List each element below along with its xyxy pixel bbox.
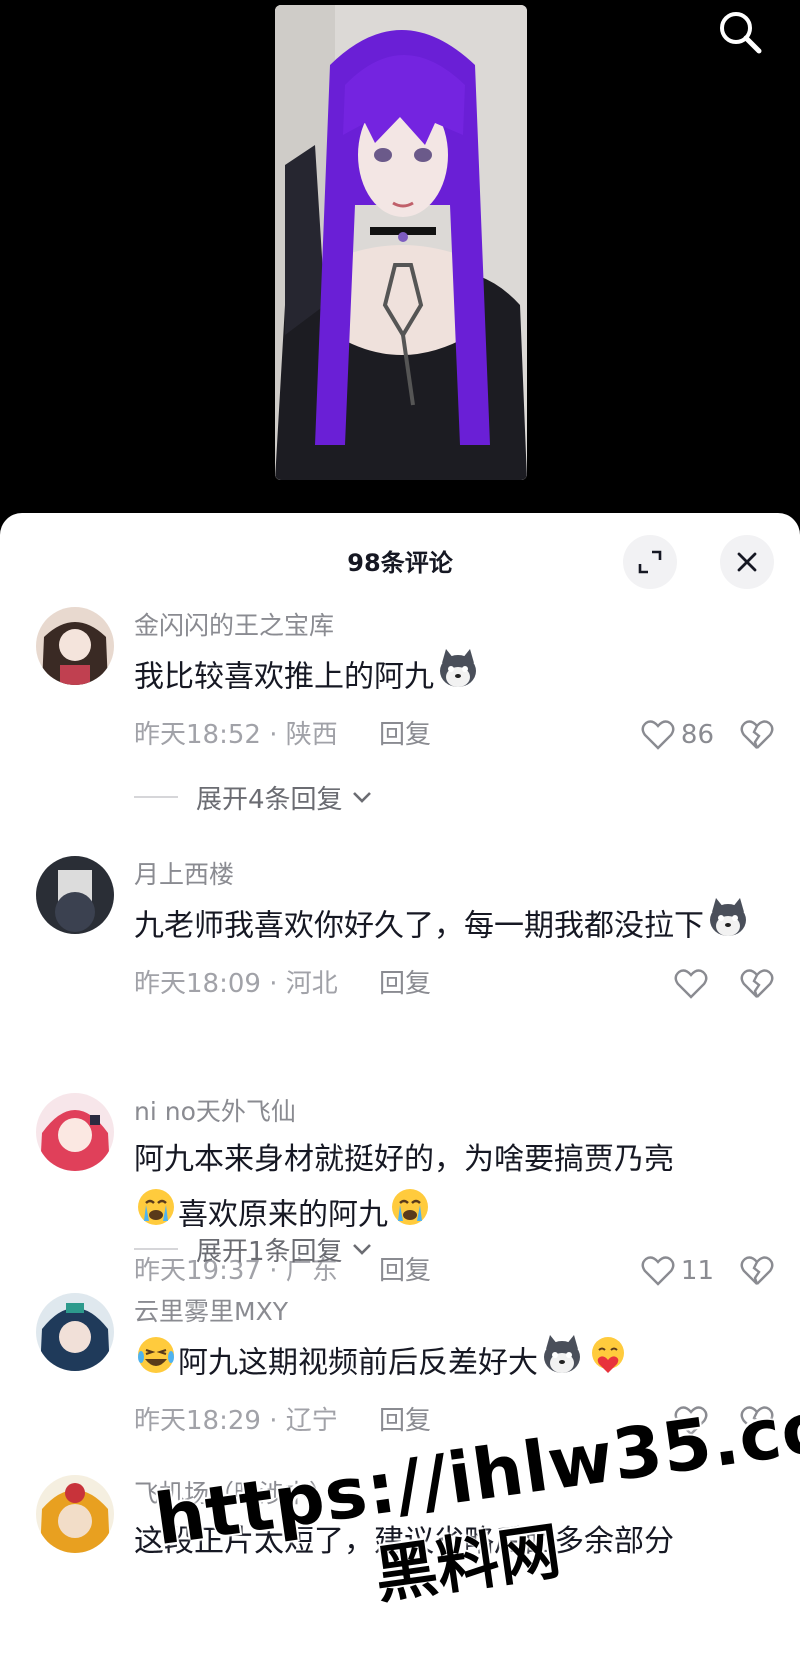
- broken-heart-icon: [740, 1256, 774, 1285]
- comment-text-content: 九老师我喜欢你好久了，每一期我都没拉下: [134, 908, 704, 944]
- reply-button[interactable]: 回复: [379, 1249, 431, 1293]
- heart-outline-icon: [641, 720, 675, 750]
- comment-text: 我比较喜欢推上的阿九: [134, 647, 760, 709]
- expand-replies-button[interactable]: 展开4条回复: [134, 777, 373, 817]
- husky-emoji: [436, 647, 480, 709]
- reply-button[interactable]: 回复: [379, 713, 431, 757]
- heart-outline-icon: [641, 1256, 675, 1286]
- heart-outline-icon: [674, 969, 708, 999]
- dislike-button[interactable]: [718, 1249, 774, 1293]
- like-button[interactable]: [594, 1399, 714, 1443]
- chevron-down-icon: [352, 1244, 371, 1255]
- divider-line: [134, 796, 178, 798]
- avatar[interactable]: [36, 607, 114, 685]
- like-button[interactable]: 11: [594, 1249, 714, 1293]
- like-button[interactable]: 86: [594, 713, 714, 757]
- comment-text-content: 我比较喜欢推上的阿九: [134, 659, 434, 695]
- comment-text: 这段正片太短了，建议省略后面多余部分: [134, 1524, 674, 1559]
- comment-text-content: 阿九这期视频前后反差好大: [178, 1345, 538, 1381]
- reply-button[interactable]: 回复: [379, 962, 431, 1006]
- avatar[interactable]: [36, 1475, 114, 1553]
- expand-replies-label: 展开4条回复: [196, 784, 343, 815]
- close-sheet-button[interactable]: [720, 535, 774, 589]
- comment-text: 阿九这期视频前后反差好大: [134, 1333, 760, 1395]
- avatar[interactable]: [36, 1293, 114, 1371]
- comment-username[interactable]: 金闪闪的王之宝库: [134, 609, 760, 643]
- divider-line: [134, 1248, 178, 1250]
- avatar[interactable]: [36, 856, 114, 934]
- dislike-button[interactable]: [718, 962, 774, 1006]
- comment-text: 九老师我喜欢你好久了，每一期我都没拉下: [134, 896, 760, 958]
- dislike-button[interactable]: [718, 713, 774, 757]
- comment-username[interactable]: 月上西楼: [134, 858, 760, 892]
- search-button[interactable]: [712, 4, 768, 60]
- comment-username[interactable]: 飞机场（晓涉中）: [134, 1477, 760, 1511]
- comment-time-location: 昨天18:09 · 河北: [134, 969, 338, 999]
- husky-emoji: [540, 1333, 584, 1395]
- video-player[interactable]: [0, 0, 800, 520]
- search-icon: [720, 12, 762, 54]
- cosplay-figure-image: [275, 5, 527, 480]
- expand-replies-button[interactable]: 展开1条回复: [134, 1229, 373, 1269]
- expand-replies-label: 展开1条回复: [196, 1236, 343, 1267]
- broken-heart-icon: [740, 720, 774, 749]
- laughing-tears-emoji: [136, 1335, 176, 1393]
- comment-username[interactable]: ni no天外飞仙: [134, 1095, 760, 1129]
- like-count: 86: [680, 720, 714, 750]
- expand-sheet-button[interactable]: [623, 535, 677, 589]
- reply-button[interactable]: 回复: [379, 1399, 431, 1443]
- comment-username[interactable]: 云里雾里MXY: [134, 1295, 760, 1329]
- heart-outline-icon: [674, 1406, 708, 1436]
- like-count: 11: [680, 1256, 714, 1286]
- avatar[interactable]: [36, 1093, 114, 1171]
- chevron-down-icon: [352, 792, 371, 803]
- expand-icon: [638, 550, 662, 574]
- comment-text-content: 喜欢原来的阿九: [178, 1197, 388, 1233]
- close-icon: [737, 552, 757, 572]
- like-button[interactable]: [594, 962, 714, 1006]
- comment-time-location: 昨天18:29 · 辽宁: [134, 1406, 338, 1436]
- comment-time-location: 昨天18:52 · 陕西: [134, 720, 338, 750]
- video-thumbnail: [275, 5, 527, 480]
- heart-face-emoji: [588, 1335, 628, 1393]
- comment-text-content: 阿九本来身材就挺好的，为啥要搞贾乃亮: [134, 1142, 674, 1177]
- dislike-button[interactable]: [718, 1399, 774, 1443]
- comment-count-title: 98条评论: [347, 549, 453, 577]
- crying-emoji: [390, 1187, 430, 1245]
- broken-heart-icon: [740, 1406, 774, 1435]
- husky-emoji: [706, 896, 750, 958]
- comment-sheet: 98条评论 金闪闪的王之宝库 我比较喜欢推上的阿九 昨天18:52 · 陕西 回…: [0, 513, 800, 1676]
- broken-heart-icon: [740, 969, 774, 998]
